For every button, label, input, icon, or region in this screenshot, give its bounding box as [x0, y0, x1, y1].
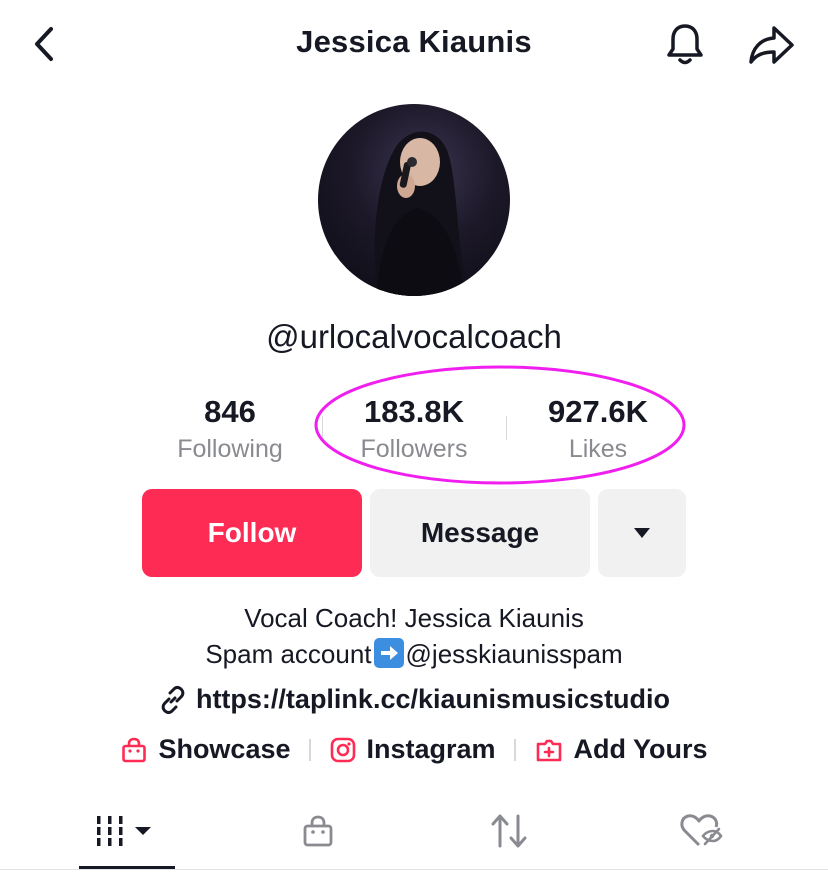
caret-down-icon — [634, 528, 650, 538]
spam-account-mention[interactable]: @jesskiaunisspam — [406, 639, 623, 669]
follow-button[interactable]: Follow — [142, 489, 362, 577]
add-yours-label: Add Yours — [573, 734, 708, 764]
instagram-link[interactable]: Instagram — [329, 734, 496, 765]
instagram-icon — [330, 737, 355, 762]
tab-reposts[interactable] — [461, 806, 557, 856]
suggested-accounts-button[interactable] — [598, 489, 686, 577]
share-arrow-icon — [749, 26, 794, 64]
profile-links: Showcase Instagram Add Yours — [0, 734, 828, 765]
following-label: Following — [177, 435, 283, 463]
tab-divider — [0, 869, 828, 870]
instagram-label: Instagram — [366, 734, 496, 764]
add-yours-icon — [536, 739, 561, 761]
tab-liked[interactable] — [653, 806, 749, 856]
shopping-bag-icon — [122, 737, 147, 762]
bio-link-text[interactable]: https://taplink.cc/kiaunismusicstudio — [196, 684, 670, 715]
bio-line: Spam account @jesskiaunisspam — [0, 638, 828, 670]
highlight-ellipse-annotation — [314, 365, 686, 485]
stat-following[interactable]: 846 Following — [140, 394, 320, 464]
message-button[interactable]: Message — [370, 489, 590, 577]
link-icon — [161, 685, 185, 714]
add-yours-link[interactable]: Add Yours — [534, 734, 708, 765]
following-count: 846 — [204, 394, 256, 429]
profile-photo — [374, 131, 468, 296]
showcase-label: Showcase — [158, 734, 291, 764]
bio-text: Spam account — [205, 639, 372, 669]
hidden-heart-icon — [680, 814, 723, 847]
bio-line: Vocal Coach! Jessica Kiaunis — [244, 603, 584, 633]
showcase-link[interactable]: Showcase — [120, 734, 291, 765]
tab-shop[interactable] — [270, 806, 366, 856]
username: @urlocalvocalcoach — [266, 318, 562, 355]
divider — [308, 738, 311, 761]
avatar[interactable] — [318, 104, 510, 296]
divider — [513, 738, 516, 761]
shopping-bag-icon — [303, 815, 333, 847]
notification-button[interactable] — [660, 20, 710, 70]
right-arrow-emoji-icon — [373, 638, 404, 668]
tab-videos[interactable] — [78, 806, 174, 856]
repost-icon — [491, 814, 527, 848]
grid-icon — [97, 816, 151, 846]
bio-link[interactable]: https://taplink.cc/kiaunismusicstudio — [0, 684, 828, 715]
bell-icon — [667, 24, 703, 65]
share-button[interactable] — [744, 20, 798, 70]
